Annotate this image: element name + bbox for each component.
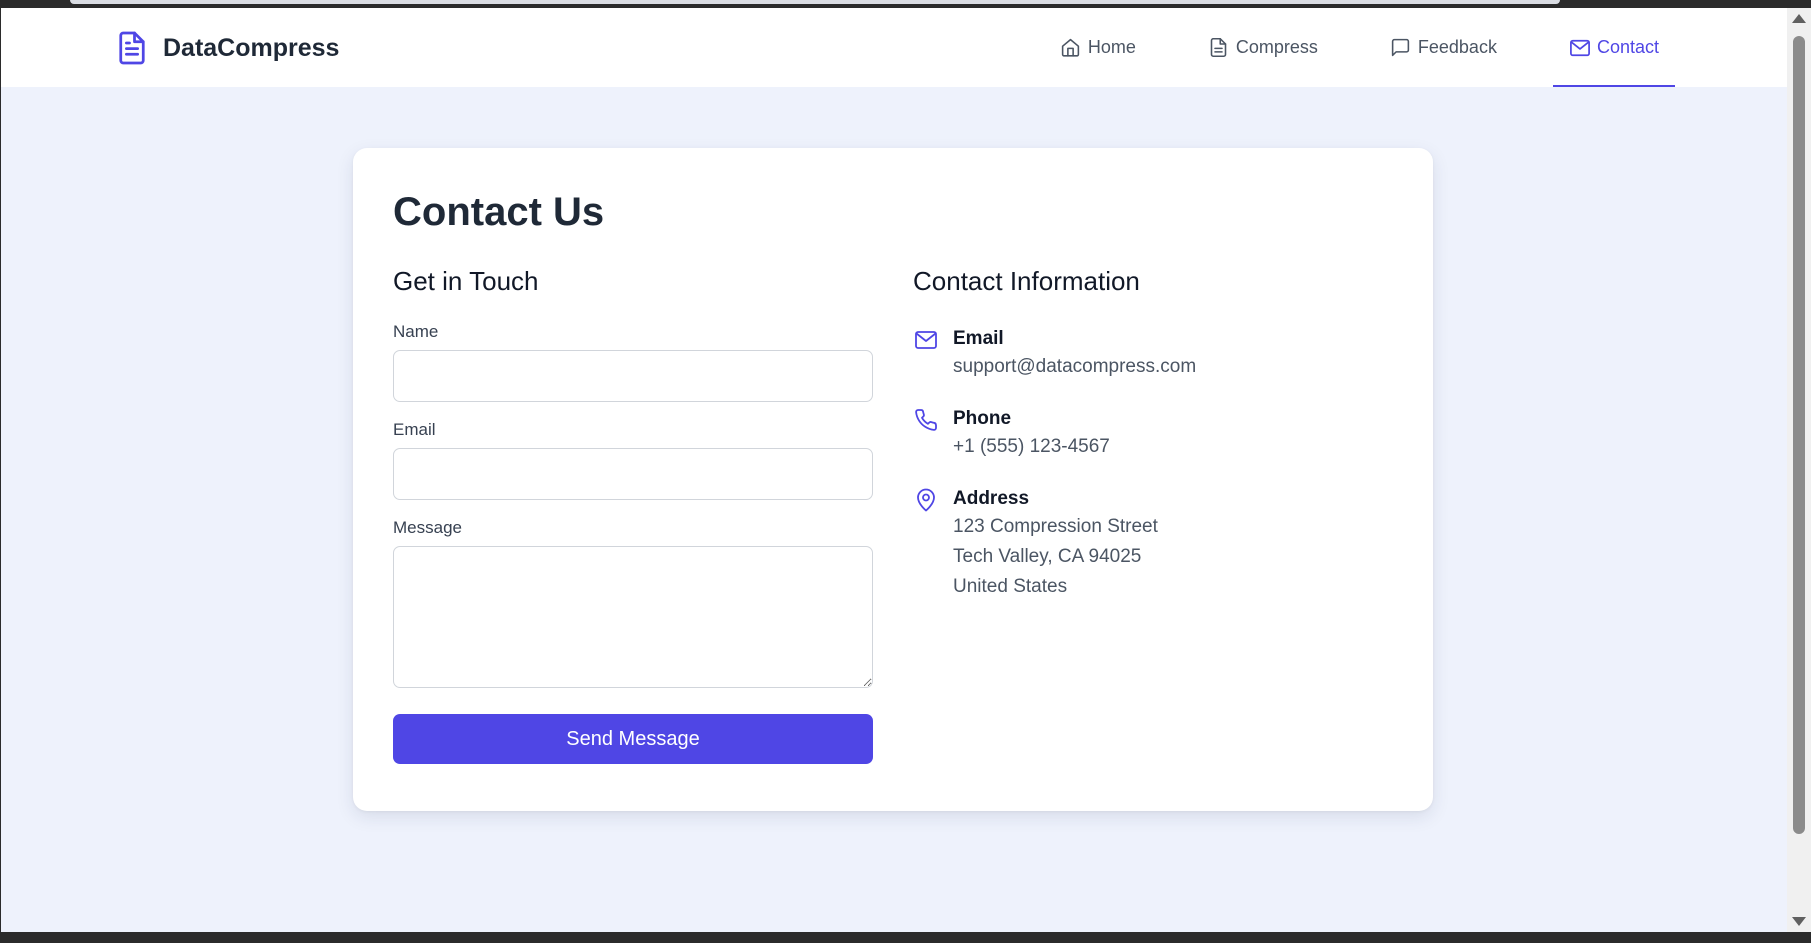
scrollbar-thumb[interactable] [1793,36,1805,834]
form-heading: Get in Touch [393,266,539,296]
contact-address-line: Tech Valley, CA 94025 [953,546,1142,567]
send-message-button[interactable]: Send Message [393,714,873,764]
document-icon [117,29,149,67]
home-icon [1060,37,1082,59]
contact-card: Contact Us Get in Touch Name Email Messa… [353,148,1433,811]
nav-item-feedback[interactable]: Feedback [1374,8,1513,87]
scroll-up-arrow-icon[interactable] [1792,14,1806,23]
contact-email-value[interactable]: support@datacompress.com [953,352,1196,382]
contact-form: Get in Touch Name Email Message Send Mes… [393,266,873,764]
contact-info-heading: Contact Information [913,266,1140,296]
page-viewport: DataCompress Home Compress Feedback Cont… [1,8,1787,932]
scroll-down-arrow-icon[interactable] [1792,917,1806,926]
name-label: Name [393,322,439,341]
contact-email-item: Email support@datacompress.com [913,326,1393,382]
contact-phone-value[interactable]: +1 (555) 123-4567 [953,432,1110,462]
nav-item-home[interactable]: Home [1044,8,1152,87]
navbar: DataCompress Home Compress Feedback Cont… [1,8,1787,87]
message-field[interactable] [393,546,873,688]
contact-phone-item: Phone +1 (555) 123-4567 [913,406,1393,462]
window-bottom-strip [0,932,1811,943]
nav-item-label: Home [1087,37,1136,57]
email-field[interactable] [393,448,873,500]
nav-item-compress[interactable]: Compress [1192,8,1334,87]
map-pin-icon [913,487,939,513]
nav-item-label: Contact [1596,37,1659,57]
vertical-scrollbar[interactable] [1787,8,1811,932]
message-label: Message [393,518,462,537]
mail-icon [1569,37,1591,59]
main-nav: Home Compress Feedback Contact [1004,8,1676,87]
nav-item-label: Feedback [1417,37,1497,57]
contact-address-line: United States [953,576,1068,597]
contact-address-line: 123 Compression Street [953,516,1158,537]
contact-information: Contact Information Email support@dataco… [913,266,1393,602]
page-title: Contact Us [393,190,605,234]
chat-bubble-icon [1390,37,1412,59]
brand-name: DataCompress [163,33,340,62]
nav-item-label: Compress [1235,37,1318,57]
brand[interactable]: DataCompress [117,28,339,68]
phone-icon [913,407,939,433]
window-top-handle [70,0,1560,4]
name-field[interactable] [393,350,873,402]
nav-item-contact[interactable]: Contact [1552,8,1676,87]
mail-icon [913,327,939,353]
contact-address-item: Address 123 Compression Street Tech Vall… [913,486,1393,602]
contact-address-title: Address [953,488,1030,509]
contact-email-title: Email [953,328,1004,349]
contact-phone-title: Phone [953,408,1012,429]
email-label: Email [393,420,436,439]
document-icon [1208,37,1230,59]
